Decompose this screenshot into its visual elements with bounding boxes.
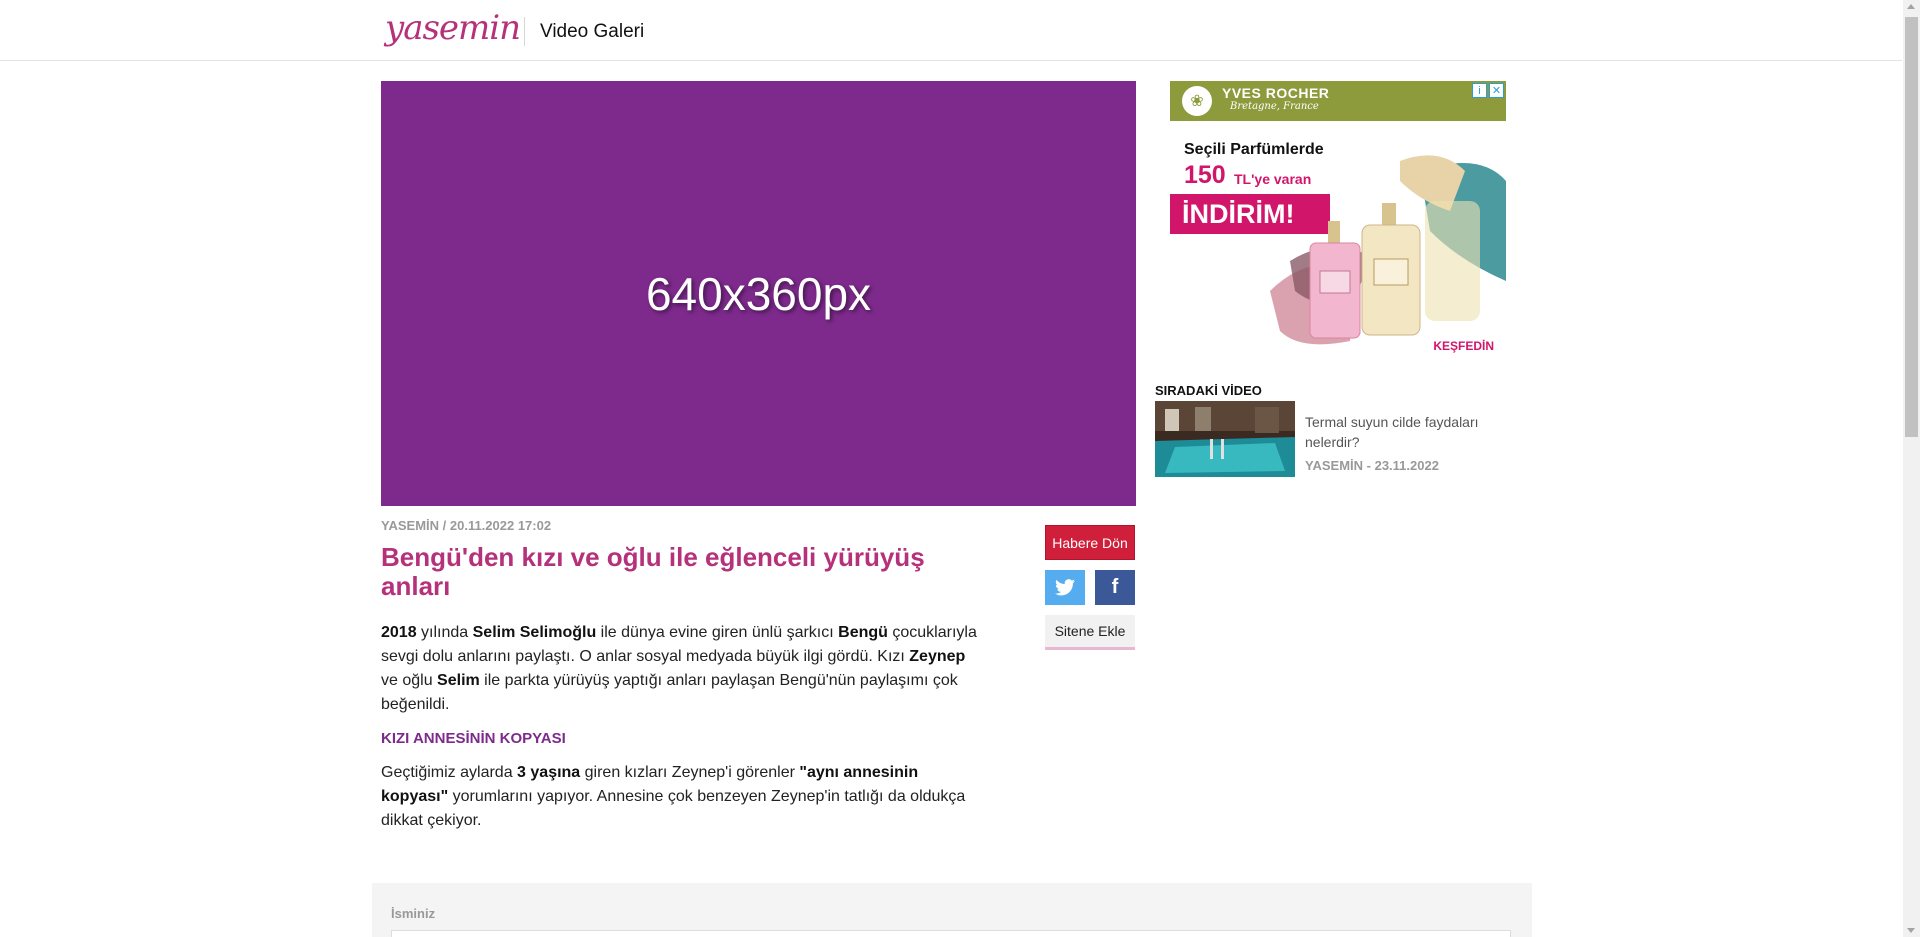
scroll-up-arrow-icon[interactable] <box>1907 4 1915 9</box>
ad-close-icon[interactable]: ✕ <box>1489 83 1504 98</box>
ad-brand-name: YVES ROCHER <box>1222 85 1330 101</box>
return-to-news-button[interactable]: Habere Dön <box>1045 525 1135 560</box>
ad-cta-link[interactable]: KEŞFEDİN <box>1433 339 1494 353</box>
section-title[interactable]: Video Galeri <box>540 21 644 43</box>
page-scrollbar[interactable] <box>1903 0 1920 937</box>
embed-on-site-button[interactable]: Sitene Ekle <box>1045 615 1135 650</box>
video-player[interactable]: 640x360px <box>381 81 1136 506</box>
article-paragraph-1: 2018 yılında Selim Selimoğlu ile dünya e… <box>381 624 977 713</box>
next-video-meta: YASEMİN - 23.11.2022 <box>1305 458 1439 473</box>
article-subheading: KIZI ANNESİNİN KOPYASI <box>381 730 566 747</box>
next-video-title[interactable]: Termal suyun cilde faydaları nelerdir? <box>1305 412 1495 452</box>
bold-text: Zeynep <box>909 648 966 665</box>
ad-controls: i ✕ <box>1472 83 1504 98</box>
twitter-share-button[interactable] <box>1045 570 1085 605</box>
comment-form: İsminiz <box>372 883 1532 937</box>
ad-brand-subtitle: Bretagne, France <box>1230 101 1319 112</box>
spa-pool-image <box>1155 401 1295 477</box>
article-paragraph-2: Geçtiğimiz aylarda 3 yaşına giren kızlar… <box>381 764 966 829</box>
advertisement-banner[interactable]: ❀ YVES ROCHER Bretagne, France i ✕ Seçil… <box>1170 81 1506 361</box>
name-field-label: İsminiz <box>391 906 436 921</box>
header-divider <box>524 17 525 46</box>
next-video-thumbnail[interactable] <box>1155 401 1295 477</box>
name-input[interactable] <box>391 930 1511 937</box>
video-placeholder-label: 640x360px <box>645 267 872 320</box>
ad-info-icon[interactable]: i <box>1472 83 1487 98</box>
bold-text: Bengü <box>838 624 888 641</box>
scroll-thumb[interactable] <box>1905 17 1918 437</box>
ad-brand-logo-icon: ❀ <box>1182 86 1212 116</box>
facebook-icon: f <box>1111 576 1119 598</box>
site-logo[interactable]: yasemin <box>385 8 521 48</box>
bold-text: "aynı annesinin kopyası" <box>381 764 919 805</box>
facebook-share-button[interactable]: f <box>1095 570 1135 605</box>
bold-text: 2018 <box>381 624 417 641</box>
scroll-down-arrow-icon[interactable] <box>1907 928 1915 933</box>
article-meta: YASEMİN / 20.11.2022 17:02 <box>381 518 552 533</box>
ad-brand-bar: ❀ YVES ROCHER Bretagne, France i ✕ <box>1170 81 1506 121</box>
ad-perfume-image <box>1270 155 1506 345</box>
site-header: yasemin Video Galeri <box>0 0 1902 61</box>
bold-text: Selim Selimoğlu <box>472 624 597 641</box>
article-title: Bengü'den kızı ve oğlu ile eğlenceli yür… <box>381 542 925 601</box>
bold-text: Selim <box>437 672 480 689</box>
ad-amount: 150 <box>1184 161 1226 189</box>
bold-text: 3 yaşına <box>517 764 581 781</box>
twitter-icon <box>1055 579 1075 596</box>
next-video-heading: SIRADAKİ VİDEO <box>1155 383 1262 398</box>
